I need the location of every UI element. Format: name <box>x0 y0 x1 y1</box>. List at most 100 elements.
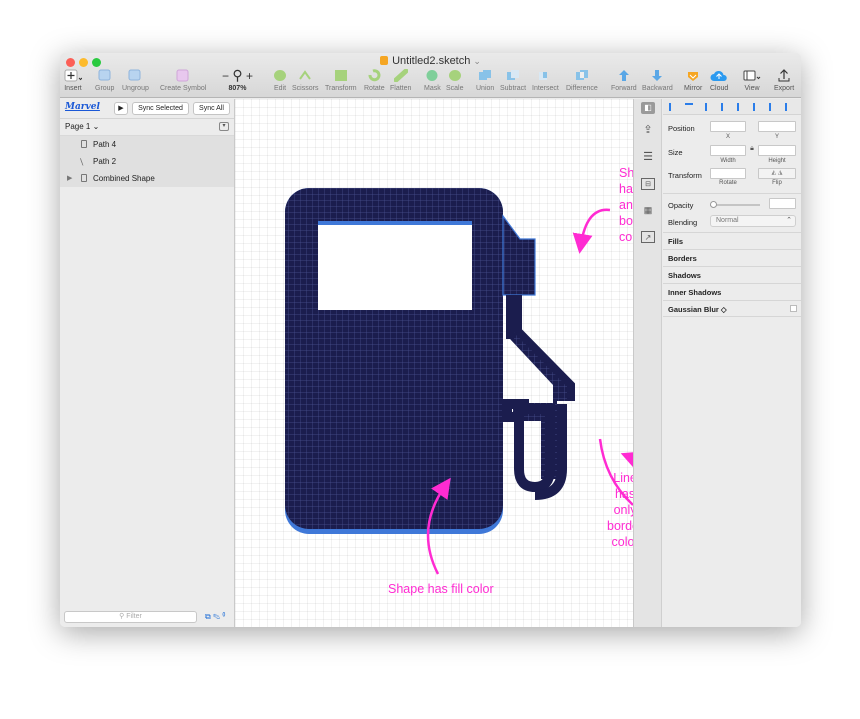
layer-name: Combined Shape <box>93 174 155 183</box>
opacity-field[interactable] <box>769 198 796 209</box>
flatten-button[interactable]: Flatten <box>390 69 411 92</box>
align-bottom-icon[interactable] <box>753 103 759 111</box>
align-left-icon[interactable] <box>669 103 675 111</box>
marvel-logo[interactable]: Marvel <box>65 102 100 112</box>
stepper-icon: ⌃ <box>786 217 792 224</box>
position-x-field[interactable] <box>710 121 746 132</box>
annotation-fill-only: Shape has fill color <box>388 582 494 596</box>
ungroup-button[interactable]: Ungroup <box>122 69 149 92</box>
align-center-icon[interactable] <box>685 103 693 109</box>
width-field[interactable] <box>710 145 746 156</box>
inner-shadows-section[interactable]: Inner Shadows <box>663 283 801 300</box>
zoom-icon: − ⚲ + <box>222 67 253 83</box>
filter-input[interactable]: ⚲ Filter <box>64 611 197 623</box>
sync-selected-button[interactable]: Sync Selected <box>132 102 189 115</box>
cloud-button[interactable]: Cloud <box>710 69 728 92</box>
layer-item[interactable]: Path 2 <box>60 153 234 170</box>
align-middle-icon[interactable] <box>737 103 743 111</box>
chevron-down-icon[interactable]: ⌄ <box>473 56 481 66</box>
view-button[interactable]: View <box>743 69 761 92</box>
backward-button[interactable]: Backward <box>642 69 673 92</box>
rotate-label: Rotate <box>719 180 737 186</box>
create-symbol-label: Create Symbol <box>160 85 207 92</box>
symbol-filter-icon[interactable]: ⧉ ✎ ⁰ <box>205 612 225 622</box>
scissors-label: Scissors <box>292 85 319 92</box>
position-y-field[interactable] <box>758 121 796 132</box>
difference-button[interactable]: Difference <box>566 69 598 92</box>
rotate-icon <box>368 69 381 82</box>
union-button[interactable]: Union <box>476 69 494 92</box>
mask-button[interactable]: Mask <box>424 69 441 92</box>
export-button[interactable]: Export <box>774 69 794 92</box>
height-label: Height <box>768 158 786 164</box>
subtract-icon <box>507 70 520 80</box>
layout-icon[interactable]: ⊟ <box>641 178 655 190</box>
gaussian-blur-section[interactable]: Gaussian Blur ◇ <box>663 300 801 317</box>
group-label: Group <box>95 85 115 92</box>
distribute-h-icon[interactable] <box>769 103 775 111</box>
upload-icon[interactable]: ⇪ <box>641 124 655 136</box>
subtract-button[interactable]: Subtract <box>500 69 526 92</box>
layer-item[interactable]: ▶ Combined Shape <box>60 170 234 187</box>
backward-icon <box>652 70 663 81</box>
height-field[interactable] <box>758 145 796 156</box>
group-button[interactable]: Group <box>95 69 114 92</box>
align-top-icon[interactable] <box>721 103 727 111</box>
opacity-slider-knob[interactable] <box>710 201 717 208</box>
rotate-field[interactable] <box>710 168 746 179</box>
mirror-icon <box>688 72 699 81</box>
view-icon <box>743 70 761 81</box>
page-selector[interactable]: Page 1 ⌄ ▾ <box>60 119 234 136</box>
align-right-icon[interactable] <box>705 103 711 111</box>
grid-icon[interactable]: ▦ <box>641 204 655 216</box>
size-label: Size <box>668 148 683 157</box>
gaussian-blur-checkbox[interactable] <box>790 305 797 312</box>
line-path-icon <box>79 156 89 166</box>
transform-label: Transform <box>325 85 357 92</box>
filter-placeholder: Filter <box>126 613 142 620</box>
flip-buttons[interactable]: ◭ ◮ <box>758 168 796 179</box>
insert-button[interactable]: Insert <box>64 69 82 92</box>
mask-icon <box>426 70 438 81</box>
opacity-slider[interactable] <box>710 204 760 206</box>
layer-item[interactable]: Path 4 <box>60 136 234 153</box>
lock-icon[interactable]: 🔒︎ <box>748 145 756 153</box>
window-title-text: Untitled2.sketch <box>392 55 471 67</box>
add-page-icon[interactable]: ▾ <box>219 122 229 131</box>
gas-pump-artwork[interactable] <box>235 99 633 627</box>
distribute-v-icon[interactable] <box>785 103 791 111</box>
play-button[interactable]: ▶ <box>114 102 128 115</box>
craft-icon[interactable]: ◧ <box>641 102 655 114</box>
blending-select[interactable]: Normal ⌃ <box>710 215 796 227</box>
view-label: View <box>744 85 760 92</box>
pump-display[interactable] <box>318 225 472 310</box>
scissors-icon <box>299 70 312 80</box>
edit-link-icon[interactable]: ↗ <box>641 231 655 243</box>
transform-button[interactable]: Transform <box>325 69 357 92</box>
create-symbol-button[interactable]: Create Symbol <box>160 69 206 92</box>
scale-icon <box>448 70 461 81</box>
fills-section[interactable]: Fills <box>663 232 801 249</box>
layer-name: Path 2 <box>93 157 117 166</box>
disclosure-arrow-icon[interactable]: ▶ <box>67 174 72 182</box>
combined-shape-icon <box>81 174 87 182</box>
canvas[interactable]: Shape has fill and border color Line has… <box>235 99 655 627</box>
forward-button[interactable]: Forward <box>611 69 637 92</box>
page-label: Page 1 ⌄ <box>65 122 100 131</box>
rotate-button[interactable]: Rotate <box>364 69 385 92</box>
export-icon <box>778 69 790 82</box>
printer-icon[interactable]: ☰ <box>641 151 655 163</box>
shadows-section[interactable]: Shadows <box>663 266 801 283</box>
scale-button[interactable]: Scale <box>446 69 464 92</box>
display-border <box>318 221 472 225</box>
intersect-button[interactable]: Intersect <box>532 69 559 92</box>
mirror-button[interactable]: Mirror <box>684 69 702 92</box>
borders-section[interactable]: Borders <box>663 249 801 266</box>
sync-all-button[interactable]: Sync All <box>193 102 230 115</box>
sketch-doc-icon <box>380 56 389 65</box>
scissors-button[interactable]: Scissors <box>292 69 318 92</box>
edit-button[interactable]: Edit <box>273 69 287 92</box>
zoom-control[interactable]: − ⚲ + 807% <box>222 67 253 92</box>
plugin-bar: Marvel ▶ Sync Selected Sync All <box>60 99 234 119</box>
nozzle-holder[interactable] <box>502 214 536 296</box>
